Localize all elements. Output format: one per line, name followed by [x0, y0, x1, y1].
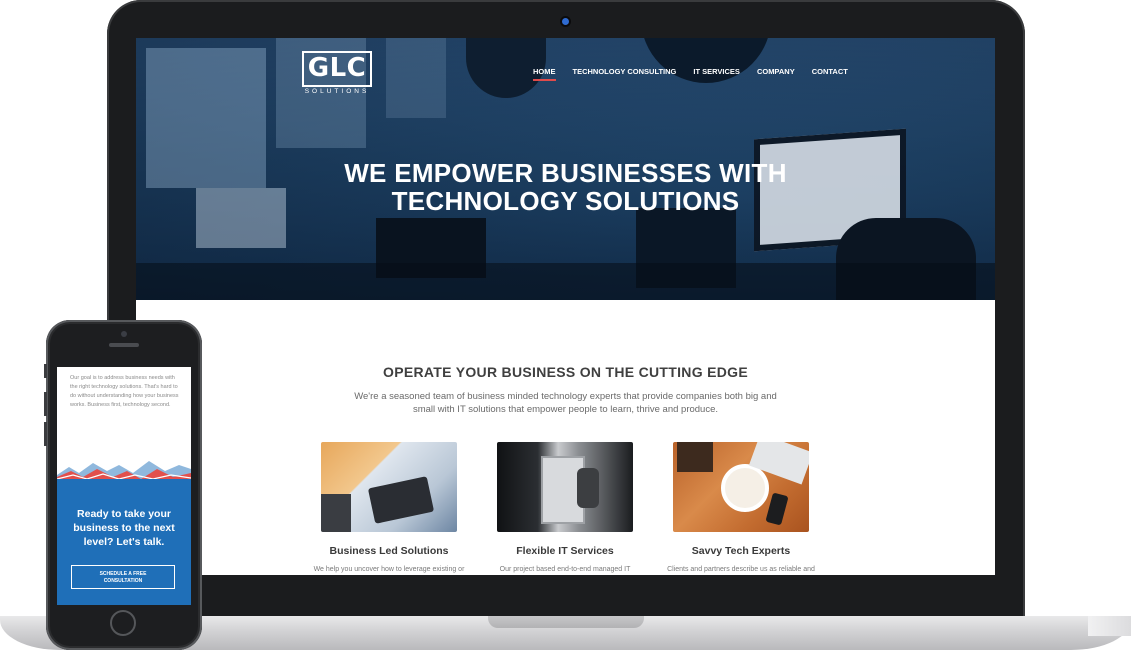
tablet-graphic — [367, 476, 435, 524]
hand-graphic — [577, 468, 599, 508]
schedule-consultation-button[interactable]: SCHEDULE A FREE CONSULTATION — [71, 565, 175, 589]
hero-headline: WE EMPOWER BUSINESSES WITH TECHNOLOGY SO… — [136, 159, 995, 215]
phone-mute-switch — [44, 364, 47, 378]
site-logo-subtitle: SOLUTIONS — [304, 88, 370, 95]
notebook-graphic — [677, 442, 713, 472]
hero-banner: GLC SOLUTIONS HOME TECHNOLOGY CONSULTING… — [136, 38, 995, 300]
hero-headline-line: WE EMPOWER BUSINESSES WITH — [344, 158, 787, 188]
phone-speaker — [109, 343, 139, 347]
card-text-business: We help you uncover how to leverage exis… — [313, 566, 465, 573]
card-image-tech-experts[interactable] — [673, 442, 809, 532]
nav-contact[interactable]: CONTACT — [812, 67, 848, 81]
laptop-opening-notch — [488, 616, 644, 628]
main-nav: HOME TECHNOLOGY CONSULTING IT SERVICES C… — [533, 67, 865, 81]
nav-home[interactable]: HOME — [533, 67, 556, 81]
coffee-cup-graphic — [721, 464, 769, 512]
card-title-business: Business Led Solutions — [329, 545, 449, 557]
phone-frame: Our goal is to address business needs wi… — [44, 320, 202, 650]
section-description-line: We're a seasoned team of business minded… — [354, 391, 777, 402]
phone-cta-line: Ready to take your — [77, 508, 171, 520]
laptop-camera — [562, 18, 569, 25]
phone-cta-section: Ready to take your business to the next … — [57, 479, 191, 605]
phone-cta-line: business to the next — [73, 522, 175, 534]
phone-camera — [121, 331, 127, 337]
nav-it-services[interactable]: IT SERVICES — [693, 67, 740, 81]
card-image-business[interactable] — [321, 442, 457, 532]
phone-cta-heading: Ready to take your business to the next … — [57, 507, 191, 549]
section-title: OPERATE YOUR BUSINESS ON THE CUTTING EDG… — [383, 364, 748, 380]
card-text-it-services: Our project based end-to-end managed IT — [499, 566, 631, 573]
phone-cta-line: level? Let's talk. — [83, 536, 165, 548]
section-description-line: small with IT solutions that empower peo… — [412, 404, 719, 415]
smartphone-graphic — [765, 492, 789, 526]
phone-volume-up — [44, 392, 47, 416]
calculator-graphic — [321, 494, 351, 532]
schedule-button-line: CONSULTATION — [103, 577, 143, 584]
site-logo[interactable]: GLC — [302, 51, 372, 87]
card-image-it-services[interactable] — [497, 442, 633, 532]
card-title-tech-experts: Savvy Tech Experts — [691, 545, 791, 557]
nav-technology-consulting[interactable]: TECHNOLOGY CONSULTING — [573, 67, 677, 81]
phone-home-button[interactable] — [110, 610, 136, 636]
phone-intro-text: Our goal is to address business needs wi… — [70, 375, 179, 408]
phone-screen: Our goal is to address business needs wi… — [57, 367, 191, 605]
section-description: We're a seasoned team of business minded… — [344, 390, 787, 416]
nav-company[interactable]: COMPANY — [757, 67, 795, 81]
phone-volume-down — [44, 422, 47, 446]
hero-headline-line: TECHNOLOGY SOLUTIONS — [391, 186, 740, 216]
laptop-screen: GLC SOLUTIONS HOME TECHNOLOGY CONSULTING… — [136, 38, 995, 575]
card-title-it-services: Flexible IT Services — [516, 545, 614, 557]
card-text-tech-experts: Clients and partners describe us as reli… — [667, 566, 815, 573]
hero-background-desk — [136, 263, 995, 300]
laptop-base-edge — [1088, 616, 1131, 636]
hero-background-window — [386, 38, 446, 118]
